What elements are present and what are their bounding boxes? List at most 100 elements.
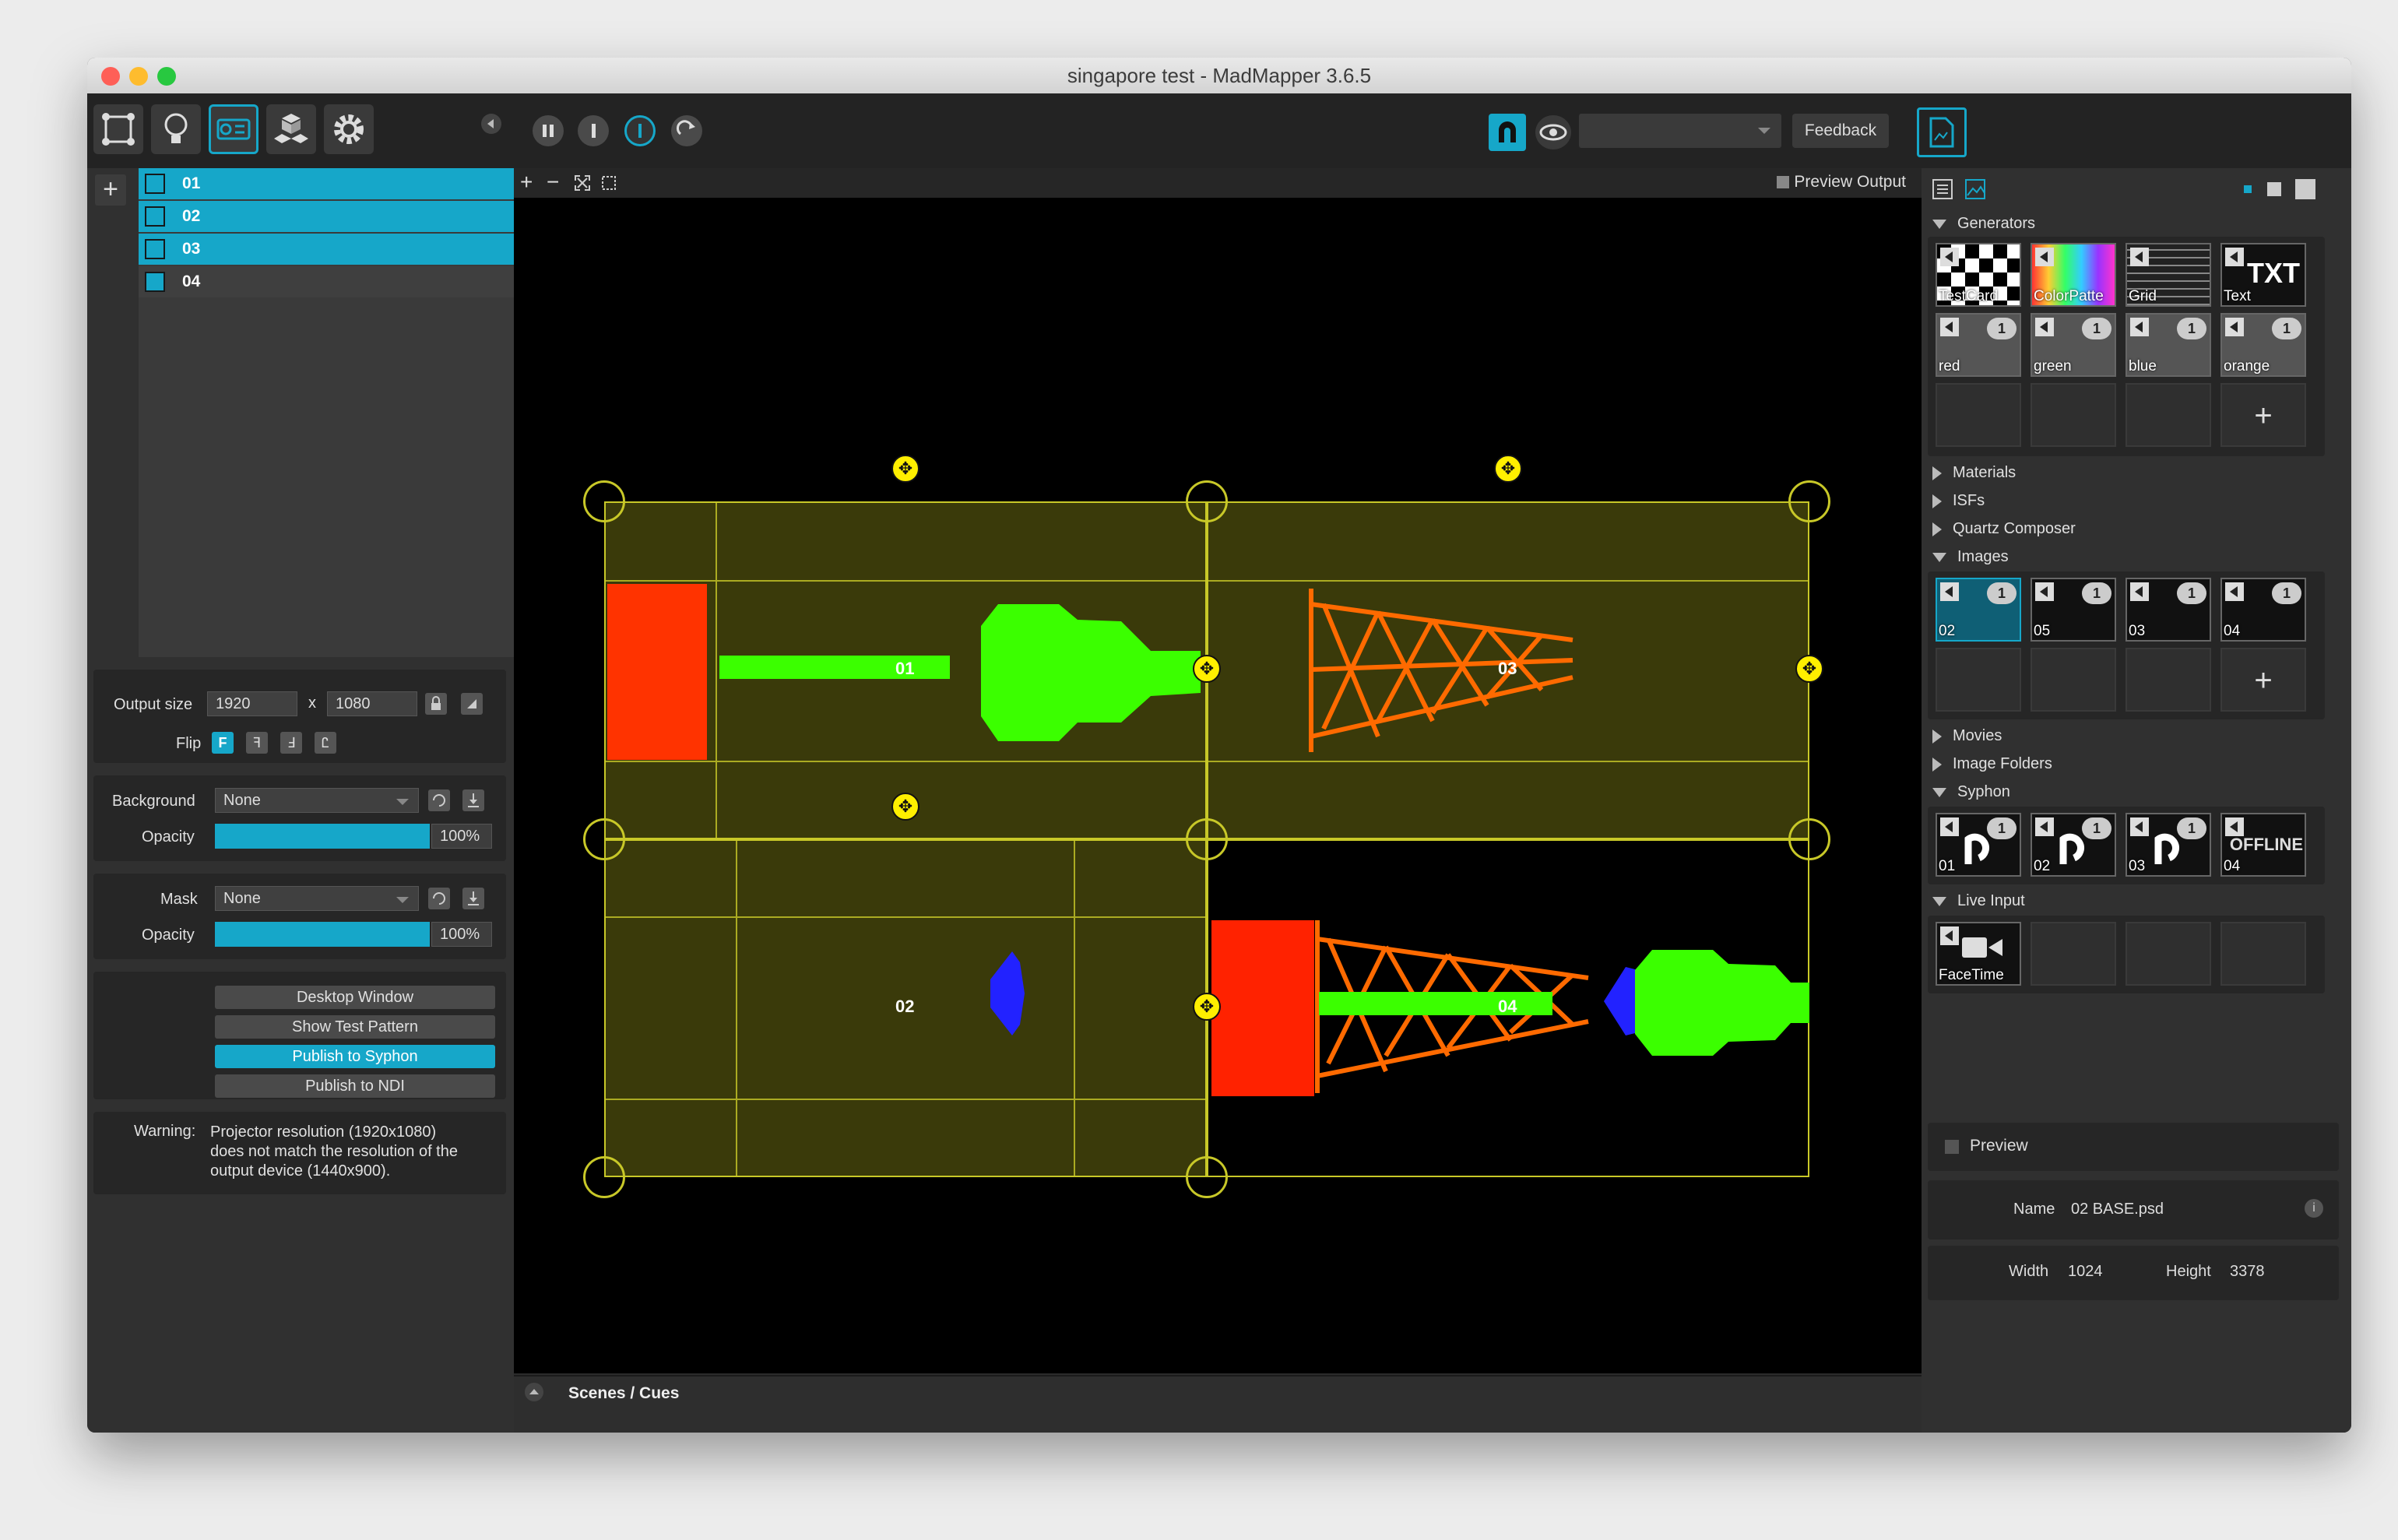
rotate-handle-icon[interactable]	[1795, 655, 1823, 683]
generators-category[interactable]: Generators	[1932, 215, 2035, 233]
small-thumb-size-button[interactable]	[2244, 185, 2252, 193]
add-generator-button[interactable]: +	[2220, 383, 2306, 447]
empty-slot[interactable]	[1936, 648, 2021, 712]
publish-ndi-button[interactable]: Publish to NDI	[215, 1074, 495, 1098]
empty-slot[interactable]	[2220, 922, 2306, 986]
background-opacity-value[interactable]: 100%	[431, 824, 492, 849]
syphon-01-tile[interactable]: 1 01	[1936, 813, 2021, 877]
generator-text-tile[interactable]: TXT Text	[2220, 243, 2306, 307]
live-input-facetime-tile[interactable]: FaceTime	[1936, 922, 2021, 986]
flip-vertical-button[interactable]: Ⅎ	[280, 732, 302, 754]
syphon-02-tile[interactable]: 1 02	[2031, 813, 2116, 877]
output-width-field[interactable]: 1920	[207, 691, 297, 716]
move-handle-icon[interactable]	[1494, 455, 1522, 483]
preview-eye-button[interactable]	[1535, 115, 1571, 149]
live-input-category[interactable]: Live Input	[1932, 892, 2025, 910]
collapse-toolbar-button[interactable]	[481, 114, 501, 134]
projector-mode-button[interactable]	[209, 104, 258, 154]
surface-visibility-checkbox[interactable]	[145, 206, 165, 227]
generator-red-tile[interactable]: 1 red	[1936, 313, 2021, 377]
background-select[interactable]: None	[215, 788, 419, 813]
output-device-dropdown[interactable]	[1579, 114, 1781, 148]
medium-thumb-size-button[interactable]	[2267, 182, 2281, 196]
preview-checkbox[interactable]	[1945, 1140, 1959, 1154]
mask-opacity-value[interactable]: 100%	[431, 922, 492, 947]
generator-testcard-tile[interactable]: TestCard	[1936, 243, 2021, 307]
fixture-mode-button[interactable]	[151, 104, 201, 154]
surface-row-01[interactable]: 01	[139, 168, 514, 199]
empty-slot[interactable]	[2126, 648, 2211, 712]
3d-mode-button[interactable]	[266, 104, 316, 154]
list-view-icon[interactable]	[1931, 178, 1954, 201]
surface-visibility-checkbox[interactable]	[145, 174, 165, 194]
rotate-handle-icon[interactable]	[1193, 993, 1221, 1021]
scenes-cues-label[interactable]: Scenes / Cues	[568, 1384, 679, 1403]
empty-slot[interactable]	[2031, 648, 2116, 712]
materials-category[interactable]: Materials	[1932, 464, 2016, 482]
image-04-tile[interactable]: 1 04	[2220, 578, 2306, 642]
empty-slot[interactable]	[1936, 383, 2021, 447]
lock-ratio-button[interactable]	[425, 693, 447, 715]
surface-row-02[interactable]: 02	[139, 201, 514, 232]
rotate-handle-icon[interactable]	[1193, 655, 1221, 683]
surface-visibility-checkbox[interactable]	[145, 239, 165, 259]
empty-slot[interactable]	[2126, 383, 2211, 447]
show-test-pattern-button[interactable]: Show Test Pattern	[215, 1015, 495, 1039]
flip-horizontal-button[interactable]: ꟻ	[246, 732, 268, 754]
isfs-category[interactable]: ISFs	[1932, 492, 1985, 510]
load-mask-button[interactable]	[462, 888, 484, 909]
publish-syphon-button[interactable]: Publish to Syphon	[215, 1045, 495, 1068]
surface-row-03[interactable]: 03	[139, 234, 514, 265]
syphon-03-tile[interactable]: 1 03	[2126, 813, 2211, 877]
document-view-button[interactable]	[1917, 107, 1967, 157]
flip-both-button[interactable]: Ꮭ	[315, 732, 336, 754]
quartz-composer-category[interactable]: Quartz Composer	[1932, 520, 2076, 538]
corner-handle[interactable]	[1788, 480, 1830, 522]
empty-slot[interactable]	[2031, 922, 2116, 986]
corner-handle[interactable]	[1186, 480, 1228, 522]
large-thumb-size-button[interactable]	[2295, 179, 2315, 199]
image-02-tile[interactable]: 1 02	[1936, 578, 2021, 642]
move-handle-icon[interactable]	[891, 793, 919, 821]
add-surface-button[interactable]: +	[95, 174, 126, 206]
corner-handle[interactable]	[583, 1156, 625, 1198]
generator-green-tile[interactable]: 1 green	[2031, 313, 2116, 377]
surface-visibility-checkbox[interactable]	[145, 272, 165, 292]
fit-output-button[interactable]	[461, 693, 483, 715]
pause-button[interactable]	[533, 115, 564, 146]
image-folders-category[interactable]: Image Folders	[1932, 755, 2052, 773]
corner-handle[interactable]	[583, 818, 625, 860]
image-view-icon[interactable]	[1964, 178, 1987, 201]
add-image-button[interactable]: +	[2220, 648, 2306, 712]
surface-row-04[interactable]: 04	[139, 266, 514, 297]
images-category[interactable]: Images	[1932, 548, 2009, 566]
refresh-mask-button[interactable]	[428, 888, 450, 909]
move-handle-icon[interactable]	[891, 455, 919, 483]
corner-handle[interactable]	[1186, 1156, 1228, 1198]
image-03-tile[interactable]: 1 03	[2126, 578, 2211, 642]
blackout-button[interactable]	[578, 115, 609, 146]
output-stage[interactable]: + − Preview Output ✥ ✥ ✥ ✥ ✥ ✥ 01 02 03 …	[514, 168, 1922, 1373]
mask-select[interactable]: None	[215, 886, 419, 911]
preferences-button[interactable]	[324, 104, 374, 154]
image-05-tile[interactable]: 1 05	[2031, 578, 2116, 642]
flip-none-button[interactable]: F	[212, 732, 234, 754]
generator-blue-tile[interactable]: 1 blue	[2126, 313, 2211, 377]
generator-colorpattern-tile[interactable]: ColorPatte	[2031, 243, 2116, 307]
generator-orange-tile[interactable]: 1 orange	[2220, 313, 2306, 377]
background-opacity-slider[interactable]	[215, 824, 430, 849]
corner-handle[interactable]	[583, 480, 625, 522]
corner-handle[interactable]	[1788, 818, 1830, 860]
feedback-button[interactable]: Feedback	[1792, 114, 1889, 148]
refresh-background-button[interactable]	[428, 789, 450, 811]
empty-slot[interactable]	[2126, 922, 2211, 986]
surface-mode-button[interactable]	[93, 104, 143, 154]
output-toggle-button[interactable]	[624, 115, 656, 146]
info-icon[interactable]: i	[2305, 1199, 2323, 1218]
syphon-04-tile[interactable]: OFFLINE 04	[2220, 813, 2306, 877]
movies-category[interactable]: Movies	[1932, 727, 2002, 745]
syphon-category[interactable]: Syphon	[1932, 783, 2010, 801]
desktop-window-button[interactable]: Desktop Window	[215, 986, 495, 1009]
generator-grid-tile[interactable]: Grid	[2126, 243, 2211, 307]
madmapper-logo-button[interactable]	[1489, 114, 1526, 151]
